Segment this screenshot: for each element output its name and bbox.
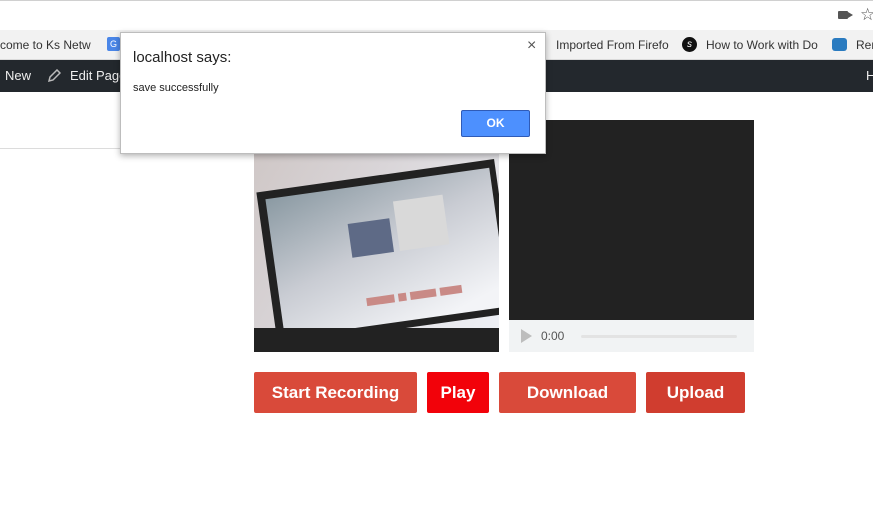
- admin-new[interactable]: New: [5, 69, 31, 83]
- admin-edit-page[interactable]: Edit Page: [70, 69, 126, 83]
- play-icon[interactable]: [521, 329, 532, 343]
- camera-icon[interactable]: [838, 11, 853, 19]
- bookmark-item[interactable]: Imported From Firefo: [556, 38, 669, 52]
- media-controls: 0:00: [509, 320, 754, 352]
- header-divider: [0, 148, 120, 149]
- video-controls: [254, 328, 499, 352]
- pencil-icon: [47, 69, 61, 83]
- close-icon[interactable]: ×: [527, 38, 536, 54]
- admin-howdy[interactable]: H: [866, 69, 873, 83]
- globe-icon: [832, 38, 847, 51]
- ok-button[interactable]: OK: [461, 110, 530, 137]
- symfony-icon: s: [682, 37, 697, 52]
- browser-toolbar: ☆: [0, 0, 873, 30]
- star-icon[interactable]: ☆: [860, 6, 873, 24]
- dialog-message: save successfully: [133, 82, 219, 94]
- download-button[interactable]: Download: [499, 372, 636, 413]
- laptop-screen: [256, 159, 499, 346]
- alert-dialog: localhost says: × save successfully OK: [120, 32, 546, 154]
- bookmark-item[interactable]: How to Work with Do: [706, 38, 818, 52]
- start-recording-button[interactable]: Start Recording: [254, 372, 417, 413]
- bookmark-item[interactable]: Rer: [856, 38, 873, 52]
- dialog-title: localhost says:: [133, 49, 232, 66]
- play-button[interactable]: Play: [427, 372, 489, 413]
- upload-button[interactable]: Upload: [646, 372, 745, 413]
- current-time: 0:00: [541, 329, 565, 343]
- camera-preview-video[interactable]: [254, 150, 499, 352]
- camera-feed: [254, 150, 499, 346]
- progress-track[interactable]: [581, 335, 737, 338]
- google-icon: G: [107, 37, 120, 51]
- bookmark-item[interactable]: come to Ks Netw: [0, 38, 91, 52]
